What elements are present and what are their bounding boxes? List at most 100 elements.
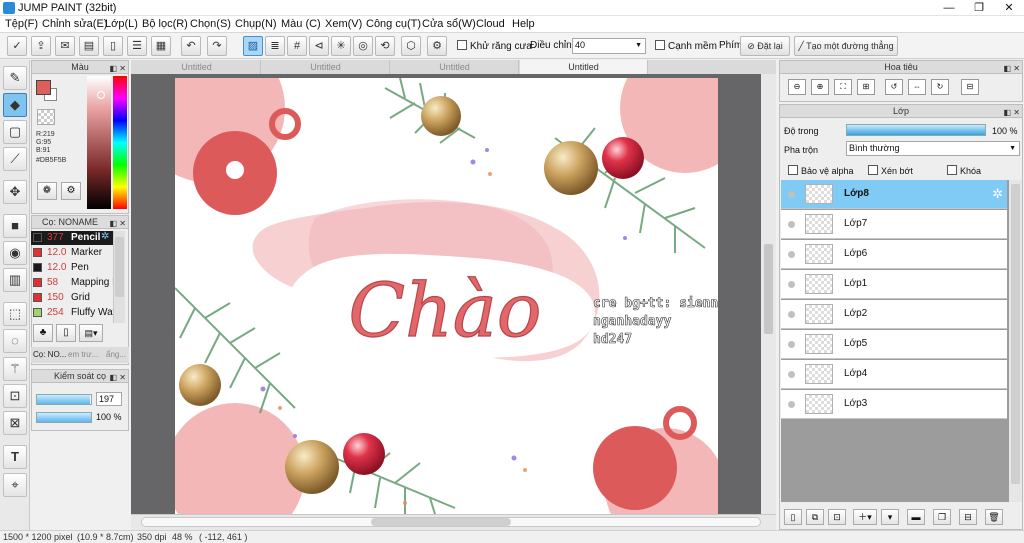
note-icon[interactable]: ▤: [79, 36, 99, 56]
select-pen-icon[interactable]: ⊡: [3, 384, 27, 408]
soft-edge-checkbox[interactable]: [655, 40, 665, 50]
line-tool-icon[interactable]: ⟋: [3, 147, 27, 171]
lock-toggle[interactable]: Khóa: [947, 165, 981, 176]
menu-help[interactable]: Help: [512, 18, 535, 30]
new-brush-icon[interactable]: ▯: [56, 324, 76, 342]
visibility-icon[interactable]: [788, 251, 795, 258]
brush-tool-icon[interactable]: ✎: [3, 66, 27, 90]
gear-icon[interactable]: ✲: [101, 231, 109, 242]
add-layer-menu-icon[interactable]: ＋▾: [853, 509, 877, 525]
fill-rect-tool-icon[interactable]: ■: [3, 214, 27, 238]
canvas-horizontal-scrollbar[interactable]: [131, 514, 776, 530]
move-tool-icon[interactable]: ✥: [3, 180, 27, 204]
transparent-swatch[interactable]: [37, 109, 55, 125]
brush-size-field[interactable]: 197: [96, 392, 122, 406]
brush-size-track[interactable]: [36, 394, 92, 405]
horizontal-scroll-thumb[interactable]: [371, 518, 511, 526]
layer-row[interactable]: Lớp6: [781, 240, 1007, 269]
rotate-left-icon[interactable]: ↺: [885, 79, 903, 95]
undo-icon[interactable]: ↶: [181, 36, 201, 56]
merge-layer-icon[interactable]: ⊟: [959, 509, 977, 525]
brush-item[interactable]: 377 Pencil ✲: [31, 231, 113, 245]
doc-tab-4[interactable]: Untitled: [520, 60, 648, 74]
brush-item[interactable]: 12.0 Marker: [31, 246, 113, 260]
visibility-icon[interactable]: [788, 341, 795, 348]
brush-menu-icon[interactable]: ▤▾: [79, 324, 103, 342]
brush-tab-1[interactable]: em trư...: [68, 350, 98, 359]
zoom-out-icon[interactable]: ⊖: [788, 79, 806, 95]
panel-pin-close-icon[interactable]: ◧ ✕: [1004, 62, 1020, 75]
palette-settings-icon[interactable]: ⚙: [61, 182, 81, 200]
visibility-icon[interactable]: [788, 221, 795, 228]
brush-tab-2[interactable]: ẩng...: [106, 350, 126, 359]
panel-pin-close-icon[interactable]: ◧ ✕: [110, 371, 126, 384]
soft-edge-toggle[interactable]: Cạnh mềm: [655, 40, 717, 52]
minimize-button[interactable]: —: [934, 0, 964, 16]
antialias-toggle[interactable]: Khử răng cưa: [457, 40, 532, 52]
visibility-icon[interactable]: [788, 371, 795, 378]
layer-row[interactable]: Lớp3: [781, 390, 1007, 419]
comment-icon[interactable]: ✉: [55, 36, 75, 56]
lasso-icon[interactable]: ◌: [3, 329, 27, 353]
lock-checkbox[interactable]: [947, 165, 957, 175]
chevron-down-icon[interactable]: ▼: [635, 40, 642, 52]
curve-icon[interactable]: ⟲: [375, 36, 395, 56]
visibility-icon[interactable]: [788, 311, 795, 318]
visibility-icon[interactable]: [788, 401, 795, 408]
lines-pattern-icon[interactable]: ≣: [265, 36, 285, 56]
color-gradient-field[interactable]: [87, 76, 111, 209]
concentric-icon[interactable]: ◎: [353, 36, 373, 56]
export-icon[interactable]: ⇪: [31, 36, 51, 56]
shape-icon[interactable]: ⬡: [401, 36, 421, 56]
gradient-tool-icon[interactable]: ▥: [3, 268, 27, 292]
brush-item[interactable]: 12.0 Pen: [31, 261, 113, 275]
redo-icon[interactable]: ↷: [207, 36, 227, 56]
rectangle-tool-icon[interactable]: ▢: [3, 120, 27, 144]
close-button[interactable]: ✕: [994, 0, 1024, 16]
blend-mode-select[interactable]: Bình thường ▼: [846, 141, 1020, 156]
new-layer-copy-icon[interactable]: ⧉: [806, 509, 824, 525]
color-picker-handle[interactable]: [97, 91, 105, 99]
grid-layout-icon[interactable]: ▦: [151, 36, 171, 56]
protect-alpha-checkbox[interactable]: [788, 165, 798, 175]
menu-file[interactable]: Tệp(F): [5, 18, 38, 30]
layer-from-file-icon[interactable]: ⊡: [828, 509, 846, 525]
eraser-tool-icon[interactable]: ◆: [3, 93, 27, 117]
layer-row[interactable]: Lớp1: [781, 270, 1007, 299]
fit-screen-icon[interactable]: ⛶: [834, 79, 852, 95]
select-rect-icon[interactable]: ⬚: [3, 302, 27, 326]
actual-size-icon[interactable]: ⊞: [857, 79, 875, 95]
panel-pin-close-icon[interactable]: ◧ ✕: [110, 217, 126, 230]
brush-preset-icon[interactable]: ♣: [33, 324, 53, 342]
bucket-tool-icon[interactable]: ◉: [3, 241, 27, 265]
gear-icon[interactable]: ✲: [992, 186, 1003, 202]
layer-row[interactable]: Lớp8 ✲: [781, 180, 1007, 209]
menu-edit[interactable]: Chỉnh sửa(E): [42, 18, 107, 30]
zoom-in-icon[interactable]: ⊕: [811, 79, 829, 95]
maximize-button[interactable]: ❐: [964, 0, 994, 16]
layer-list-scrollbar[interactable]: [1009, 180, 1022, 502]
layer-row[interactable]: Lớp2: [781, 300, 1007, 329]
straight-line-button[interactable]: ╱ Tạo một đường thẳng: [794, 36, 898, 56]
layer-folder-icon[interactable]: ▬: [907, 509, 925, 525]
menu-cloud[interactable]: Cloud: [476, 18, 505, 30]
layer-menu-icon[interactable]: ▾: [881, 509, 899, 525]
menu-capture[interactable]: Chụp(N): [235, 18, 277, 30]
protect-alpha-toggle[interactable]: Bảo vệ alpha: [788, 165, 854, 176]
perspective-icon[interactable]: ⊲: [309, 36, 329, 56]
panel-pin-close-icon[interactable]: ◧ ✕: [1004, 106, 1020, 119]
duplicate-layer-icon[interactable]: ❐: [933, 509, 951, 525]
brush-item[interactable]: 254 Fluffy Wat: [31, 306, 115, 320]
brush-item[interactable]: 150 Grid: [31, 291, 113, 305]
brush-opacity-track[interactable]: [36, 412, 92, 423]
select-eraser-icon[interactable]: ⊠: [3, 411, 27, 435]
flip-icon[interactable]: ⇔: [908, 79, 926, 95]
page-icon[interactable]: ▯: [103, 36, 123, 56]
menu-window[interactable]: Cửa sổ(W): [422, 18, 476, 30]
eyedropper-icon[interactable]: ⌖: [3, 473, 27, 497]
layer-row[interactable]: Lớp5: [781, 330, 1007, 359]
panel-pin-close-icon[interactable]: ◧ ✕: [110, 62, 126, 75]
palette-icon[interactable]: ❁: [37, 182, 57, 200]
hatch-pattern-icon[interactable]: ▨: [243, 36, 263, 56]
hue-slider[interactable]: [113, 76, 127, 209]
